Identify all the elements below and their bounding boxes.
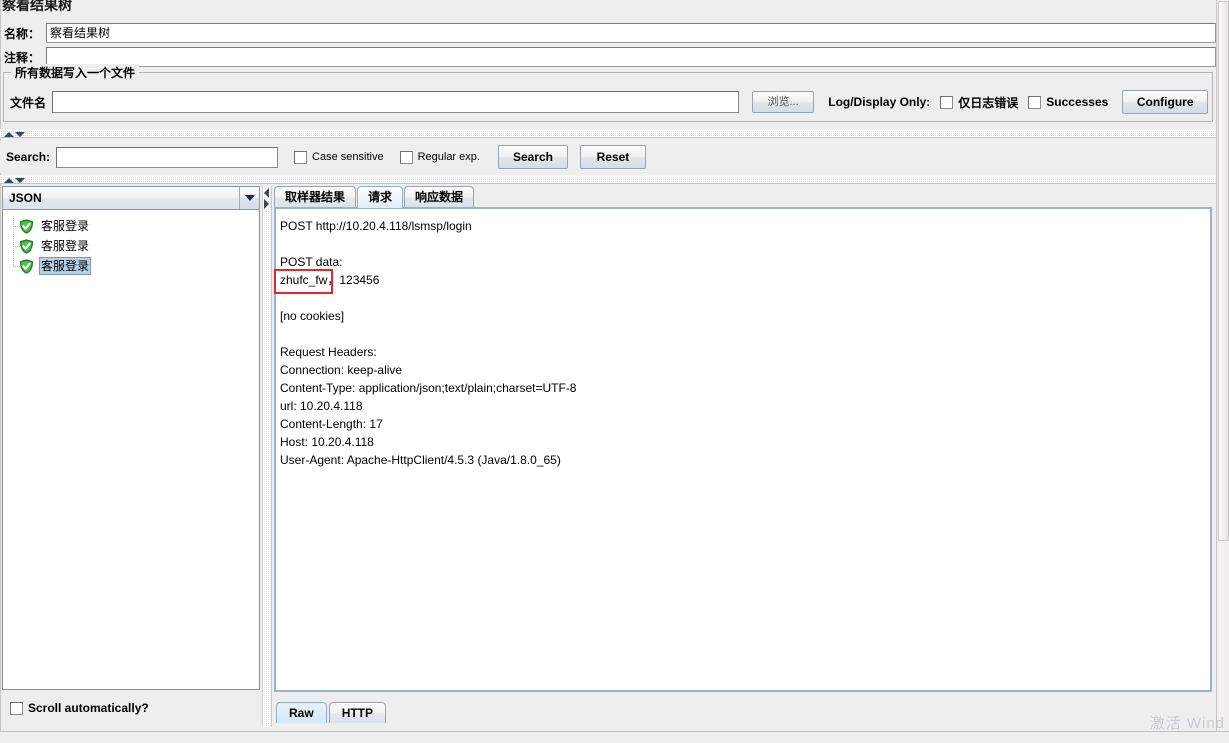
successes-checkbox[interactable]: Successes xyxy=(1028,95,1108,109)
tree-node-label-3: 客服登录 xyxy=(39,257,92,275)
tab-raw[interactable]: Raw xyxy=(276,702,327,723)
divider-arrows-top[interactable] xyxy=(4,130,30,139)
successes-checkbox-label: Successes xyxy=(1046,95,1109,109)
tree-node-label-1: 客服登录 xyxy=(41,219,90,233)
page-title: 察看结果树 xyxy=(2,0,72,13)
split-divider-bottom[interactable] xyxy=(0,175,1216,184)
tab-sampler-result[interactable]: 取样器结果 xyxy=(274,186,357,208)
checkbox-box-scroll-automatically[interactable] xyxy=(10,701,23,715)
scrollbar-thumb[interactable] xyxy=(1218,1,1229,541)
collapse-left-icon[interactable] xyxy=(264,188,269,198)
log-display-only-label: Log/Display Only: xyxy=(828,95,931,109)
tab-http[interactable]: HTTP xyxy=(328,702,387,723)
results-tree[interactable]: 客服登录 客服登录 客服登录 xyxy=(2,210,260,690)
success-shield-icon-1 xyxy=(19,218,34,234)
window-vertical-scrollbar[interactable] xyxy=(1216,0,1229,731)
comment-row: 注释： xyxy=(0,46,1216,68)
name-label: 名称： xyxy=(4,26,41,41)
search-row: Search: Case sensitive Regular exp. Sear… xyxy=(0,141,1216,173)
regular-exp-checkbox[interactable]: Regular exp. xyxy=(399,150,480,164)
tab-request[interactable]: 请求 xyxy=(357,186,404,208)
checkbox-box-successes[interactable] xyxy=(1028,95,1042,109)
divider-arrows-bottom[interactable] xyxy=(4,176,30,185)
scroll-automatically-checkbox[interactable]: Scroll automatically? xyxy=(2,694,260,722)
checkbox-box-regular-exp[interactable] xyxy=(399,150,413,164)
search-label: Search: xyxy=(6,150,51,164)
tree-node-1[interactable]: 客服登录 xyxy=(3,216,259,236)
write-all-data-to-file-panel: 所有数据写入一个文件 文件名 浏览... Log/Display Only: 仅… xyxy=(3,64,1213,122)
renderer-combobox[interactable]: JSON xyxy=(2,186,260,210)
collapse-up-icon[interactable] xyxy=(4,132,14,137)
name-input[interactable]: 察看结果树 xyxy=(46,23,1216,43)
tree-node-label-2: 客服登录 xyxy=(41,239,90,253)
collapse-down-icon-2[interactable] xyxy=(15,178,25,183)
raw-http-tabs: Raw HTTP xyxy=(276,701,1214,723)
sampler-detail-pane: 取样器结果 请求 响应数据 POST http://10.20.4.118/ls… xyxy=(274,186,1212,727)
filename-label: 文件名 xyxy=(10,95,47,110)
collapse-down-icon[interactable] xyxy=(15,132,25,137)
detail-tabs: 取样器结果 请求 响应数据 xyxy=(274,186,1212,208)
activation-watermark: 激活 Wind xyxy=(1149,715,1225,732)
checkbox-box-case-sensitive[interactable] xyxy=(294,150,308,164)
case-sensitive-label: Case sensitive xyxy=(312,151,384,163)
collapse-right-icon[interactable] xyxy=(264,199,269,209)
reset-button[interactable]: Reset xyxy=(579,145,646,169)
request-content-box[interactable]: POST http://10.20.4.118/lsmsp/login POST… xyxy=(274,207,1212,692)
search-input[interactable] xyxy=(56,146,279,168)
collapse-up-icon-2[interactable] xyxy=(4,178,14,183)
comment-label: 注释： xyxy=(4,50,41,65)
split-divider-top[interactable] xyxy=(0,129,1216,138)
renderer-selected-value: JSON xyxy=(9,191,42,205)
name-row: 名称： 察看结果树 xyxy=(0,22,1216,44)
main-split-pane: JSON 客服登录 客服登录 客服登录 Scroll automatically… xyxy=(0,186,1216,731)
file-group-title: 所有数据写入一个文件 xyxy=(11,64,140,81)
vertical-divider-arrows[interactable] xyxy=(264,188,272,214)
tree-node-3[interactable]: 客服登录 xyxy=(3,256,259,276)
chevron-down-icon xyxy=(244,195,255,201)
filename-input[interactable] xyxy=(52,91,739,113)
browse-button[interactable]: 浏览... xyxy=(751,91,815,113)
comment-input[interactable] xyxy=(46,47,1216,67)
case-sensitive-checkbox[interactable]: Case sensitive xyxy=(294,150,384,164)
renderer-dropdown-button[interactable] xyxy=(239,187,259,209)
results-tree-pane: JSON 客服登录 客服登录 客服登录 Scroll automatically… xyxy=(2,186,260,727)
checkbox-box-errors[interactable] xyxy=(940,95,954,109)
errors-checkbox[interactable]: 仅日志错误 xyxy=(940,94,1018,111)
configure-button[interactable]: Configure xyxy=(1122,90,1208,114)
success-shield-icon-3 xyxy=(19,258,34,274)
success-shield-icon-2 xyxy=(19,238,34,254)
request-text: POST http://10.20.4.118/lsmsp/login POST… xyxy=(280,219,577,467)
jmeter-view-results-tree: 察看结果树 名称： 察看结果树 注释： 所有数据写入一个文件 文件名 浏览...… xyxy=(0,0,1229,743)
vertical-split-divider[interactable] xyxy=(262,186,272,727)
regular-exp-label: Regular exp. xyxy=(417,151,480,163)
errors-checkbox-label: 仅日志错误 xyxy=(958,95,1019,110)
window-bottom-strip xyxy=(0,731,1229,743)
scroll-automatically-label: Scroll automatically? xyxy=(28,701,149,715)
tree-node-2[interactable]: 客服登录 xyxy=(3,236,259,256)
search-button[interactable]: Search xyxy=(497,145,568,169)
tab-response-data[interactable]: 响应数据 xyxy=(404,186,475,208)
